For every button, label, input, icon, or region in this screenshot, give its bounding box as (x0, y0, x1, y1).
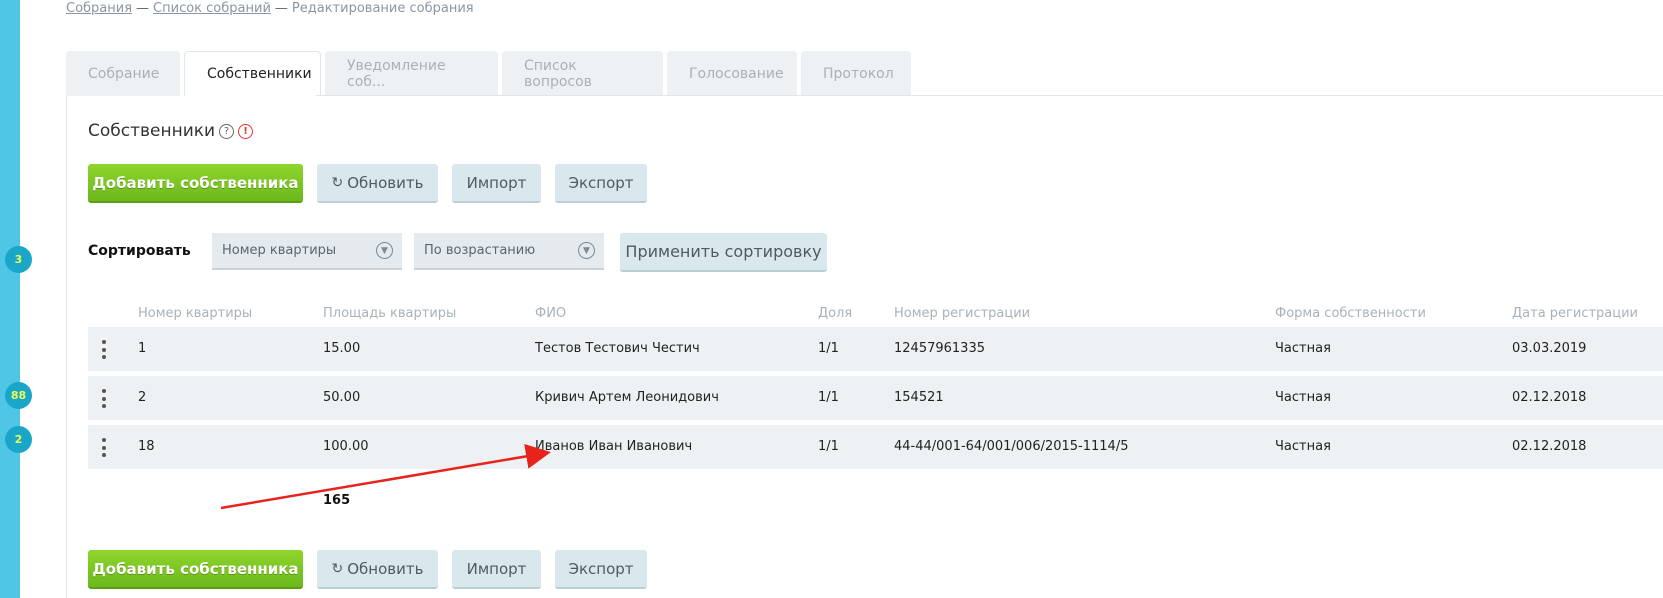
page-root: 3 88 2 Собрания — Список собраний — Редактир… (0, 0, 1663, 598)
refresh-button-label: Обновить (347, 559, 424, 578)
column-header-reg-number[interactable]: Номер регистрации (894, 306, 1030, 321)
total-area: 165 (323, 493, 351, 508)
table-row[interactable]: 18 100.00 Иванов Иван Иванович 1/1 44-44… (88, 425, 1663, 469)
tab-voting[interactable]: Голосование (667, 51, 797, 96)
refresh-icon: ↻ (331, 174, 344, 191)
table-row[interactable]: 1 15.00 Тестов Тестович Честич 1/1 12457… (88, 327, 1663, 371)
tab-divider (316, 95, 1663, 96)
column-header-apartment[interactable]: Номер квартиры (138, 306, 252, 321)
cell-share: 1/1 (818, 341, 839, 356)
add-owner-button[interactable]: Добавить собственника (88, 550, 303, 589)
breadcrumb-separator: — (136, 1, 150, 16)
breadcrumb-link-meeting-list[interactable]: Список собраний (153, 1, 271, 16)
cell-ownership: Частная (1275, 439, 1331, 454)
cell-reg-date: 02.12.2018 (1512, 439, 1587, 454)
cell-ownership: Частная (1275, 390, 1331, 405)
refresh-button[interactable]: ↻ Обновить (317, 164, 438, 203)
refresh-button-label: Обновить (347, 173, 424, 192)
sort-field-value: Номер квартиры (222, 243, 337, 258)
cell-area: 100.00 (323, 439, 369, 454)
chevron-down-icon: ▼ (578, 242, 595, 259)
cell-reg-date: 02.12.2018 (1512, 390, 1587, 405)
panel-border (66, 95, 67, 598)
cell-reg-date: 03.03.2019 (1512, 341, 1587, 356)
cell-area: 50.00 (323, 390, 361, 405)
row-menu-icon[interactable] (102, 438, 106, 457)
section-title: Собственники ? ! (88, 121, 254, 141)
breadcrumb-current: Редактирование собрания (291, 1, 474, 16)
cell-apartment: 1 (138, 341, 147, 356)
cell-name: Иванов Иван Иванович (535, 439, 693, 454)
section-title-text: Собственники (88, 121, 216, 141)
column-header-ownership[interactable]: Форма собственности (1275, 306, 1426, 321)
cell-name: Тестов Тестович Честич (535, 341, 700, 356)
column-header-reg-date[interactable]: Дата регистрации (1512, 306, 1638, 321)
side-badge[interactable]: 3 (5, 246, 32, 273)
export-button[interactable]: Экспорт (555, 550, 647, 589)
row-menu-icon[interactable] (102, 389, 106, 408)
cell-reg-number: 12457961335 (894, 341, 985, 356)
sort-order-value: По возрастанию (424, 243, 536, 258)
import-button[interactable]: Импорт (452, 164, 541, 203)
breadcrumb: Собрания — Список собраний — Редактирование … (66, 1, 474, 16)
alert-icon[interactable]: ! (238, 123, 254, 139)
toolbar-bottom: Добавить собственника ↻ Обновить Импорт … (88, 550, 661, 589)
tab-bar: Собрание Собственники Уведомление соб...… (66, 51, 915, 96)
side-badge[interactable]: 88 (5, 382, 32, 409)
refresh-icon: ↻ (331, 560, 344, 577)
side-badge[interactable]: 2 (5, 426, 32, 453)
toolbar-top: Добавить собственника ↻ Обновить Импорт … (88, 164, 661, 203)
tab-meeting[interactable]: Собрание (66, 51, 180, 96)
breadcrumb-separator: — (274, 1, 288, 16)
cell-area: 15.00 (323, 341, 361, 356)
sort-order-select[interactable]: По возрастанию ▼ (414, 233, 604, 270)
tab-question-list[interactable]: Список вопросов (502, 51, 663, 96)
tab-protocol[interactable]: Протокол (801, 51, 911, 96)
cell-apartment: 18 (138, 439, 155, 454)
cell-apartment: 2 (138, 390, 147, 405)
cell-share: 1/1 (818, 390, 839, 405)
column-header-share[interactable]: Доля (818, 306, 852, 321)
tab-owner-notification[interactable]: Уведомление соб... (325, 51, 498, 96)
sort-field-select[interactable]: Номер квартиры ▼ (212, 233, 402, 270)
export-button[interactable]: Экспорт (555, 164, 647, 203)
add-owner-button[interactable]: Добавить собственника (88, 164, 303, 203)
cell-name: Кривич Артем Леонидович (535, 390, 719, 405)
chevron-down-icon: ▼ (376, 242, 393, 259)
refresh-button[interactable]: ↻ Обновить (317, 550, 438, 589)
help-icon[interactable]: ? (219, 123, 235, 139)
column-header-area[interactable]: Площадь квартиры (323, 306, 456, 321)
side-strip (0, 0, 20, 598)
sort-label: Сортировать (88, 243, 191, 259)
apply-sort-button[interactable]: Применить сортировку (620, 233, 827, 272)
cell-reg-number: 154521 (894, 390, 944, 405)
cell-share: 1/1 (818, 439, 839, 454)
breadcrumb-link-meetings[interactable]: Собрания (66, 1, 132, 16)
cell-ownership: Частная (1275, 341, 1331, 356)
import-button[interactable]: Импорт (452, 550, 541, 589)
column-header-name[interactable]: ФИО (535, 306, 566, 321)
row-menu-icon[interactable] (102, 340, 106, 359)
table-row[interactable]: 2 50.00 Кривич Артем Леонидович 1/1 1545… (88, 376, 1663, 420)
tab-owners[interactable]: Собственники (184, 51, 321, 96)
cell-reg-number: 44-44/001-64/001/006/2015-1114/5 (894, 439, 1129, 454)
